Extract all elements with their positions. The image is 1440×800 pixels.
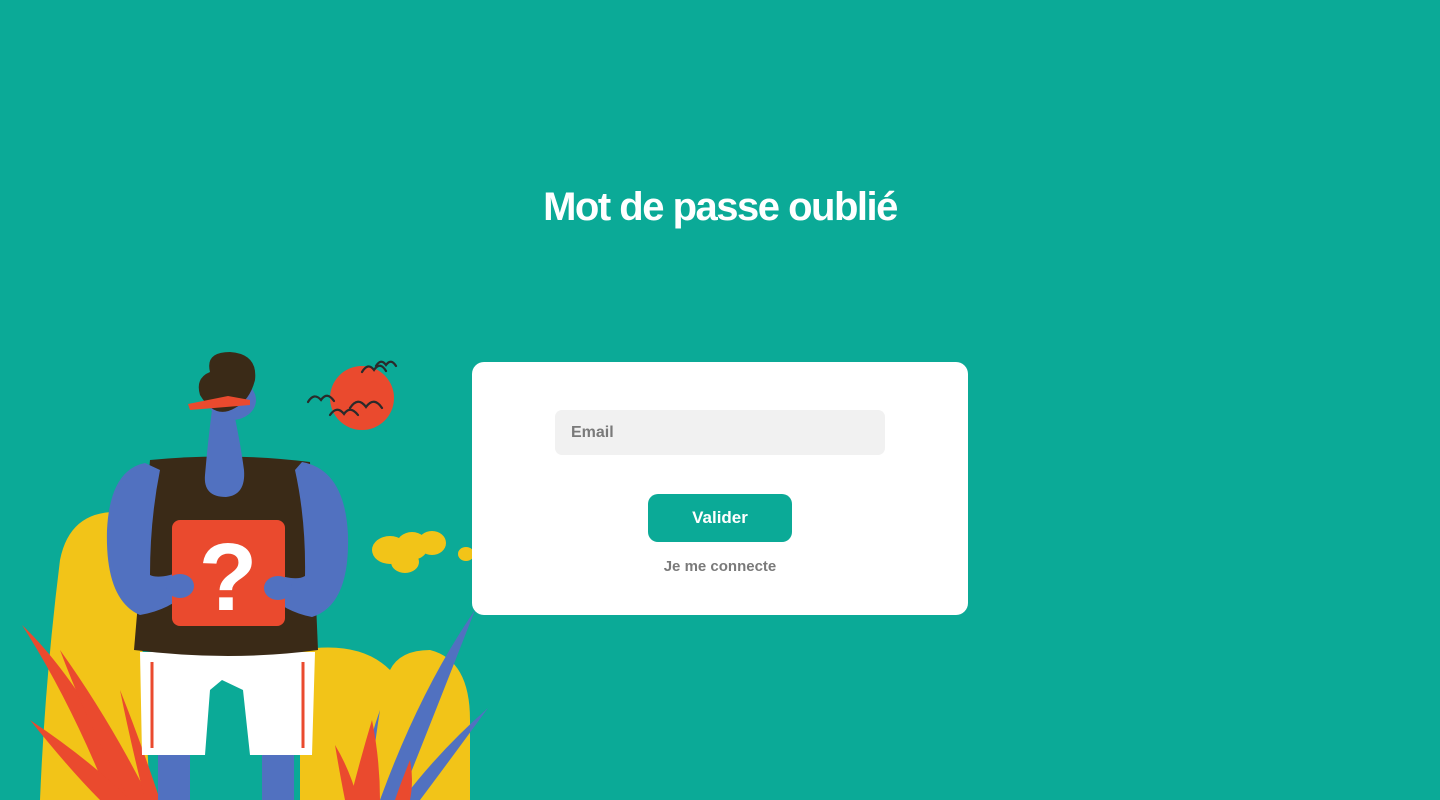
submit-button[interactable]: Valider: [648, 494, 792, 542]
forgot-password-page: Mot de passe oublié ? Email Valider Je m…: [0, 0, 1440, 800]
question-mark-icon: ?: [199, 524, 258, 631]
red-sun: [330, 366, 394, 430]
question-sign: ?: [172, 520, 285, 631]
login-link[interactable]: Je me connecte: [472, 558, 968, 575]
hand-left: [166, 574, 194, 598]
password-reset-card: Valider Je me connecte: [472, 362, 968, 615]
person-with-question-sign-illustration: ?: [22, 352, 488, 800]
white-shorts: [140, 652, 315, 755]
email-input[interactable]: [555, 410, 885, 455]
yellow-cloud: [372, 531, 474, 573]
hand-right: [264, 576, 292, 600]
page-title: Mot de passe oublié: [543, 185, 898, 229]
